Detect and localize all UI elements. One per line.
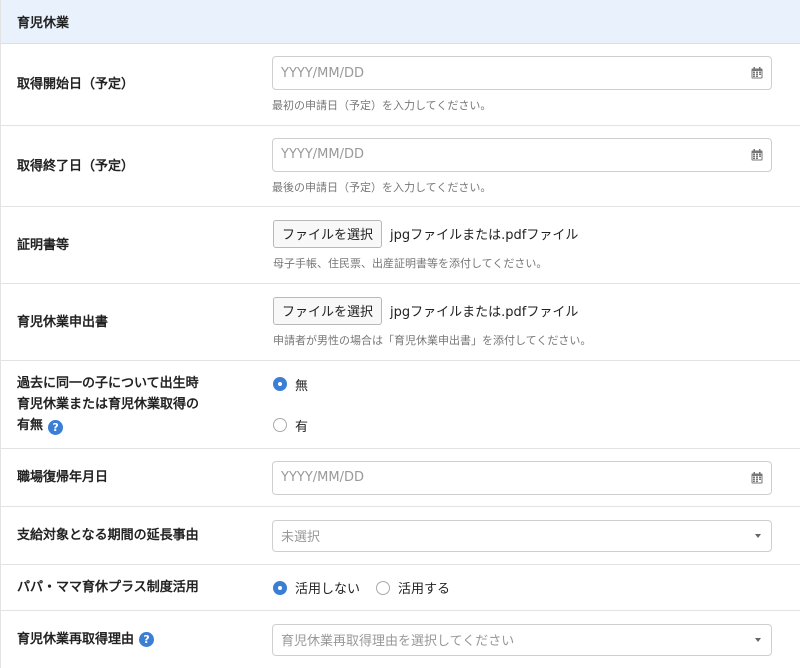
certificate-file-button[interactable]: ファイルを選択	[273, 219, 383, 248]
extension-reason-select[interactable]: 未選択	[272, 519, 772, 552]
certificate-help: 母子手帳、住民票、出産証明書等を添付してください。	[273, 256, 548, 270]
certificate-label: 証明書等	[17, 237, 70, 253]
radio-label-yes: 有	[295, 419, 309, 435]
leave-end-field-wrapper: YYYY/MM/DD 最後の申請日（予定）を入力してください。	[256, 126, 800, 206]
application-file-status: jpgファイルまたは.pdfファイル	[390, 305, 579, 320]
leave-end-date-input[interactable]: YYYY/MM/DD	[272, 137, 772, 172]
leave-end-label: 取得終了日（予定）	[17, 158, 135, 174]
reacquire-reason-field-wrapper: 育児休業再取得理由を選択してください	[256, 611, 800, 668]
radio-papa-mama-not-use[interactable]: 活用しない	[273, 578, 360, 597]
reacquire-reason-label: 育児休業再取得理由?	[1, 611, 256, 668]
return-date-input[interactable]: YYYY/MM/DD	[272, 460, 772, 495]
past-leave-field-wrapper: 無 有	[257, 361, 800, 448]
leave-start-help: 最初の申請日（予定）を入力してください。	[272, 99, 492, 112]
chevron-down-icon	[755, 533, 761, 538]
past-leave-label: 過去に同一の子について出生時 育児休業または育児休業取得の 有無?	[1, 361, 257, 448]
leave-start-label: 取得開始日（予定）	[17, 77, 135, 92]
leave-end-help: 最後の申請日（予定）を入力してください。	[272, 180, 492, 194]
section-title: 育児休業	[17, 16, 70, 31]
radio-label-use: 活用する	[398, 582, 451, 597]
papa-mama-radio-group: 活用しない 活用する	[273, 578, 772, 597]
application-file-line: ファイルを選択 jpgファイルまたは.pdfファイル	[273, 296, 772, 325]
papa-mama-label: パパ・ママ育休プラス制度活用	[17, 580, 199, 595]
radio-past-leave-no[interactable]: 無	[273, 375, 772, 394]
leave-start-field-wrapper: YYYY/MM/DD 最初の申請日（予定）を入力してください。	[256, 44, 800, 125]
radio-button[interactable]	[376, 580, 391, 595]
question-circle-icon[interactable]: ?	[139, 632, 155, 647]
childcare-leave-form: 育児休業 取得開始日（予定） YYYY/MM/DD 最初の申請日（予定）を入力し…	[0, 0, 800, 668]
radio-papa-mama-use[interactable]: 活用する	[376, 578, 450, 597]
extension-reason-value: 未選択	[281, 530, 321, 545]
row-past-leave: 過去に同一の子について出生時 育児休業または育児休業取得の 有無? 無 有	[1, 361, 800, 449]
leave-start-placeholder: YYYY/MM/DD	[281, 65, 364, 81]
radio-past-leave-yes[interactable]: 有	[273, 416, 772, 435]
return-date-label: 職場復帰年月日	[17, 470, 109, 485]
radio-button[interactable]	[273, 418, 287, 432]
certificate-file-line: ファイルを選択 jpgファイルまたは.pdfファイル	[273, 219, 772, 248]
past-leave-radio-group: 無 有	[273, 375, 772, 435]
papa-mama-field-wrapper: 活用しない 活用する	[257, 565, 800, 610]
past-leave-label-line2: 育児休業または育児休業取得の	[17, 397, 200, 412]
row-papa-mama-plus: パパ・ママ育休プラス制度活用 活用しない 活用する	[1, 565, 800, 611]
application-field-wrapper: ファイルを選択 jpgファイルまたは.pdfファイル 申請者が男性の場合は「育児…	[257, 284, 800, 360]
leave-start-date-input[interactable]: YYYY/MM/DD	[272, 56, 772, 90]
past-leave-label-line1: 過去に同一の子について出生時	[17, 376, 199, 391]
row-extension-reason: 支給対象となる期間の延長事由 未選択	[1, 507, 800, 565]
calendar-icon[interactable]	[751, 471, 763, 484]
row-certificate: 証明書等 ファイルを選択 jpgファイルまたは.pdfファイル 母子手帳、住民票…	[1, 207, 800, 284]
reacquire-reason-select[interactable]: 育児休業再取得理由を選択してください	[272, 623, 772, 656]
radio-label-not-use: 活用しない	[295, 582, 361, 597]
calendar-icon[interactable]	[751, 148, 763, 161]
application-label: 育児休業申出書	[17, 314, 109, 330]
return-date-field-wrapper: YYYY/MM/DD	[256, 449, 800, 506]
row-return-date: 職場復帰年月日 YYYY/MM/DD	[1, 449, 800, 507]
reacquire-reason-value: 育児休業再取得理由を選択してください	[281, 634, 515, 649]
chevron-down-icon	[755, 637, 761, 642]
application-file-button[interactable]: ファイルを選択	[273, 296, 383, 325]
section-header: 育児休業	[1, 0, 800, 44]
row-leave-start: 取得開始日（予定） YYYY/MM/DD 最初の申請日（予定）を入力してください…	[1, 44, 800, 126]
past-leave-label-line3: 有無	[17, 418, 44, 433]
application-help: 申請者が男性の場合は「育児休業申出書」を添付してください。	[273, 333, 592, 347]
row-leave-end: 取得終了日（予定） YYYY/MM/DD 最後の申請日（予定）を入力してください…	[1, 126, 800, 207]
calendar-icon[interactable]	[751, 67, 763, 79]
question-circle-icon[interactable]: ?	[48, 420, 64, 435]
radio-button-checked[interactable]	[273, 580, 287, 595]
extension-reason-field-wrapper: 未選択	[256, 507, 800, 564]
extension-reason-label: 支給対象となる期間の延長事由	[17, 528, 199, 543]
certificate-file-status: jpgファイルまたは.pdfファイル	[390, 228, 579, 243]
radio-button-checked[interactable]	[273, 377, 287, 391]
row-application: 育児休業申出書 ファイルを選択 jpgファイルまたは.pdfファイル 申請者が男…	[1, 284, 800, 361]
leave-end-placeholder: YYYY/MM/DD	[281, 147, 364, 162]
row-reacquire-reason: 育児休業再取得理由? 育児休業再取得理由を選択してください	[1, 611, 800, 668]
certificate-field-wrapper: ファイルを選択 jpgファイルまたは.pdfファイル 母子手帳、住民票、出産証明…	[257, 207, 800, 283]
return-date-placeholder: YYYY/MM/DD	[281, 470, 364, 485]
radio-label-no: 無	[295, 378, 309, 394]
